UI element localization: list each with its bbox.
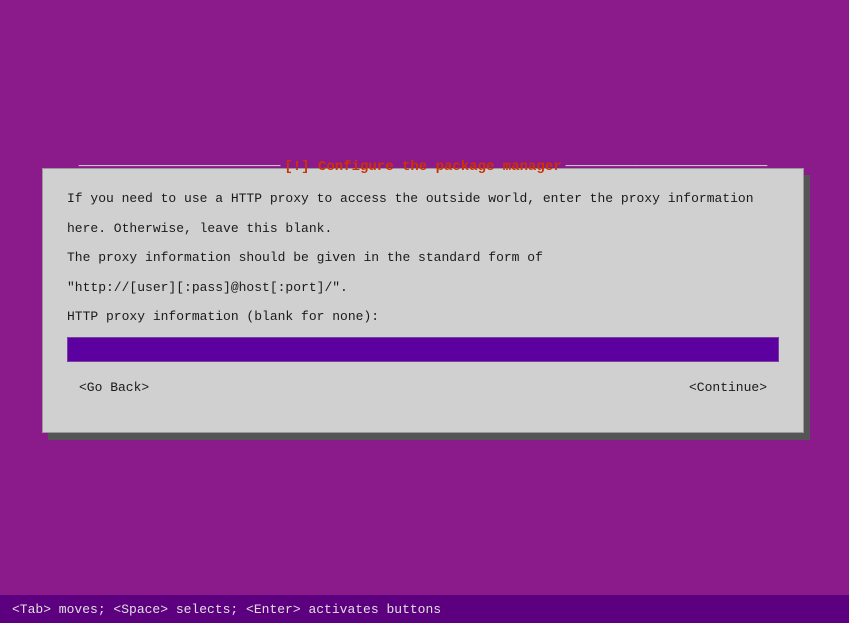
description-line2: here. Otherwise, leave this blank. [67, 219, 779, 239]
go-back-button[interactable]: <Go Back> [71, 378, 157, 397]
dialog-titlebar: ──────────────────────── [!] Configure t… [43, 159, 803, 175]
proxy-input[interactable] [67, 337, 779, 362]
screen: ──────────────────────── [!] Configure t… [0, 0, 849, 623]
title-dashes-left: ──────────────────────── [79, 159, 281, 175]
description-line1: If you need to use a HTTP proxy to acces… [67, 189, 779, 209]
input-label: HTTP proxy information (blank for none): [67, 307, 779, 327]
description-line3: The proxy information should be given in… [67, 248, 779, 268]
continue-button[interactable]: <Continue> [681, 378, 775, 397]
dialog-title: [!] Configure the package manager [280, 159, 565, 175]
statusbar-text: <Tab> moves; <Space> selects; <Enter> ac… [12, 602, 441, 617]
dialog: ──────────────────────── [!] Configure t… [42, 168, 804, 433]
statusbar: <Tab> moves; <Space> selects; <Enter> ac… [0, 595, 849, 623]
dialog-content: If you need to use a HTTP proxy to acces… [43, 169, 803, 413]
description-line4: "http://[user][:pass]@host[:port]/". [67, 278, 779, 298]
input-wrapper [67, 337, 779, 362]
button-row: <Go Back> <Continue> [67, 378, 779, 397]
title-dashes-right: ──────────────────────── [566, 159, 768, 175]
